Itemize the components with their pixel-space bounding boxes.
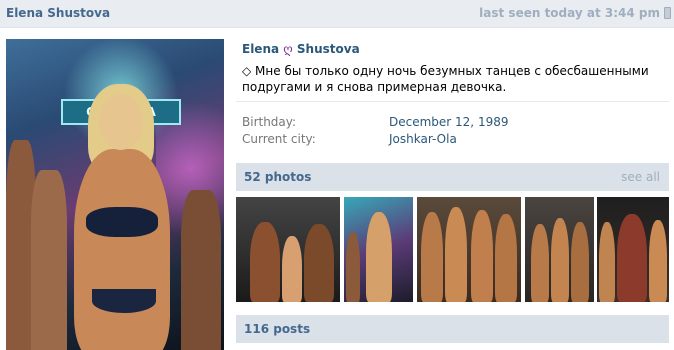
photos-count[interactable]: 52 photos <box>244 170 311 184</box>
phone-icon <box>664 7 671 19</box>
last-seen-status: last seen today at 3:44 pm <box>479 6 660 20</box>
profile-name-header[interactable]: Elena Shustova <box>6 6 110 20</box>
first-name: Elena <box>242 42 280 56</box>
posts-section-header[interactable]: 116 posts <box>236 315 669 343</box>
photo-figure <box>250 222 280 302</box>
photo-figure <box>531 224 549 302</box>
photo-thumbnail[interactable] <box>417 197 521 302</box>
info-label: Birthday: <box>242 115 297 129</box>
background-person <box>181 190 221 350</box>
photo-thumbnail[interactable] <box>344 197 413 302</box>
profile-status: ◇ Мне бы только одну ночь безумных танце… <box>242 64 649 94</box>
photo-figure <box>366 212 392 302</box>
profile-avatar[interactable]: СПОР ОТА <box>6 39 224 350</box>
photos-section-header[interactable]: 52 photos see all <box>236 163 669 191</box>
name-symbol: ღ <box>283 42 293 56</box>
photo-figure <box>617 214 647 302</box>
photo-figure <box>599 222 615 302</box>
photo-figure <box>346 232 360 302</box>
photo-figure <box>304 224 334 302</box>
background-person <box>31 170 67 350</box>
avatar-body <box>74 149 170 350</box>
photo-thumbnail[interactable] <box>525 197 594 302</box>
photo-thumbnail[interactable] <box>236 197 340 302</box>
photo-thumbnail[interactable] <box>597 197 669 302</box>
info-label: Current city: <box>242 132 316 146</box>
photo-figure <box>495 214 517 302</box>
photo-figure <box>471 210 493 302</box>
last-name: Shustova <box>296 42 360 56</box>
photo-figure <box>571 222 589 302</box>
photo-figure <box>551 218 569 302</box>
birthday-link[interactable]: December 12, 1989 <box>389 115 508 129</box>
see-all-link[interactable]: see all <box>621 170 660 184</box>
city-link[interactable]: Joshkar-Ola <box>389 132 457 146</box>
avatar-outfit <box>86 207 158 237</box>
profile-title: Elena ღ Shustova <box>242 42 360 56</box>
photo-figure <box>421 212 443 302</box>
photo-figure <box>282 236 302 302</box>
divider <box>236 101 669 102</box>
profile-header: Elena Shustova last seen today at 3:44 p… <box>0 0 674 28</box>
photo-figure <box>445 207 467 302</box>
avatar-face <box>99 94 143 150</box>
photo-figure <box>649 220 667 302</box>
posts-count[interactable]: 116 posts <box>244 322 310 336</box>
avatar-outfit <box>92 289 156 313</box>
